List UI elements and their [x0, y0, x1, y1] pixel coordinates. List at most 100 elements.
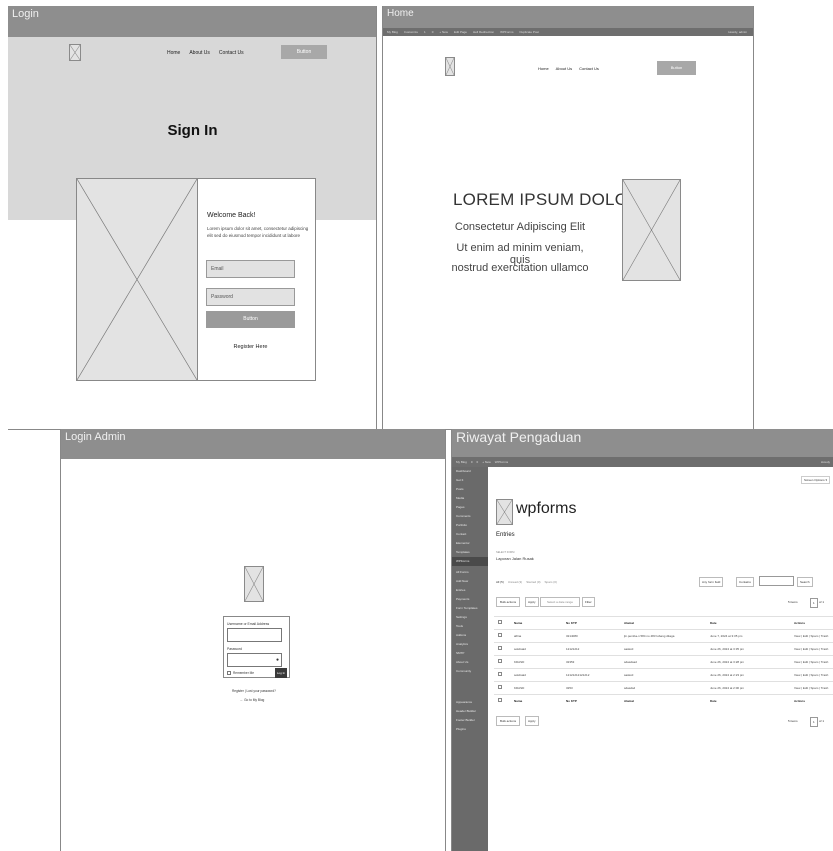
- back-to-blog-link[interactable]: ← Go to My Blog: [240, 698, 264, 702]
- log-in-button[interactable]: Log In: [275, 668, 287, 678]
- password-input[interactable]: ●: [227, 653, 282, 667]
- apply-button[interactable]: Apply: [525, 597, 539, 607]
- email-field[interactable]: Email: [206, 260, 295, 278]
- contains-select[interactable]: Contains: [736, 577, 754, 587]
- admin-bar-item[interactable]: 1: [424, 30, 426, 34]
- page-number-input-bottom[interactable]: 1: [810, 717, 818, 727]
- table-cell: sokdsaid: [514, 673, 526, 677]
- row-checkbox[interactable]: [498, 659, 502, 663]
- sidebar-item[interactable]: Form Templates: [452, 604, 488, 613]
- remember-checkbox[interactable]: [227, 671, 231, 675]
- field-select[interactable]: Any form field: [699, 577, 724, 587]
- eye-icon[interactable]: ●: [276, 657, 279, 663]
- sidebar-item[interactable]: Header Builder: [452, 707, 488, 716]
- admin-bar-item[interactable]: My Blog: [456, 460, 467, 464]
- form-select[interactable]: Laporan Jalan Rusak: [496, 556, 534, 561]
- sidebar-item[interactable]: WPForms: [452, 557, 488, 566]
- admin-bar-item[interactable]: Edit Page: [454, 30, 467, 34]
- table-cell[interactable]: View | Edit | Spam | Trash: [794, 686, 828, 690]
- admin-bar-item[interactable]: Customize: [404, 30, 418, 34]
- table-cell[interactable]: View | Edit | Spam | Trash: [794, 673, 828, 677]
- sidebar-item[interactable]: Comments: [452, 512, 488, 521]
- nav-about-link[interactable]: About Us: [556, 66, 572, 71]
- search-input[interactable]: [759, 576, 794, 586]
- date-range-input[interactable]: Select a date range: [540, 597, 581, 607]
- howdy-user[interactable]: Howdy, admin: [728, 30, 747, 34]
- sidebar-item[interactable]: Addons: [452, 631, 488, 640]
- admin-bar-item[interactable]: 0: [477, 460, 479, 464]
- nav-contact-link[interactable]: Contact Us: [579, 66, 599, 71]
- register-lost-password-link[interactable]: Register | Lost your password?: [232, 689, 276, 693]
- username-input[interactable]: [227, 628, 282, 642]
- filter-button[interactable]: Filter: [582, 597, 595, 607]
- admin-bar-item[interactable]: + New: [439, 30, 448, 34]
- row-checkbox[interactable]: [498, 698, 502, 702]
- sidebar-item[interactable]: Community: [452, 667, 488, 676]
- row-checkbox[interactable]: [498, 646, 502, 650]
- sidebar-item[interactable]: Elementor: [452, 539, 488, 548]
- sidebar-item[interactable]: Pages: [452, 503, 488, 512]
- sidebar-item[interactable]: Appearance: [452, 698, 488, 707]
- table-cell[interactable]: View | Edit | Spam | Trash: [794, 634, 828, 638]
- sidebar-item[interactable]: Dashboard: [452, 467, 488, 476]
- row-checkbox[interactable]: [498, 620, 502, 624]
- nav-button[interactable]: Button: [657, 61, 696, 75]
- table-cell[interactable]: View | Edit | Spam | Trash: [794, 647, 828, 651]
- apply-button-bottom[interactable]: Apply: [525, 716, 539, 726]
- items-count-bottom: 5 items: [788, 719, 798, 723]
- register-link[interactable]: Register Here: [206, 344, 295, 350]
- table-cell: saskcd: [624, 647, 634, 651]
- sidebar-item[interactable]: About Us: [452, 658, 488, 667]
- sidebar-item[interactable]: Add New: [452, 577, 488, 586]
- sidebar-item[interactable]: Entries: [452, 586, 488, 595]
- admin-bar-item[interactable]: WPForms: [500, 30, 513, 34]
- sidebar-item[interactable]: Settings: [452, 613, 488, 622]
- sidebar-item[interactable]: All Forms: [452, 568, 488, 577]
- sidebar-item[interactable]: Portfolio: [452, 521, 488, 530]
- table-cell[interactable]: View | Edit | Spam | Trash: [794, 660, 828, 664]
- row-checkbox[interactable]: [498, 633, 502, 637]
- sidebar-item[interactable]: Payments: [452, 595, 488, 604]
- nav-home-link[interactable]: Home: [167, 50, 180, 56]
- admin-bar-item[interactable]: 0: [432, 30, 434, 34]
- admin-bar-item[interactable]: Duplicate Post: [520, 30, 539, 34]
- sidebar-item[interactable]: Tools: [452, 622, 488, 631]
- sidebar-item[interactable]: Templates: [452, 548, 488, 557]
- column-header: Nama: [514, 621, 523, 625]
- nav-about-link[interactable]: About Us: [189, 50, 210, 56]
- sidebar-item[interactable]: Contact: [452, 530, 488, 539]
- row-checkbox[interactable]: [498, 685, 502, 689]
- admin-bar-item[interactable]: Hell Redirection: [473, 30, 494, 34]
- nav-contact-link[interactable]: Contact Us: [219, 50, 244, 56]
- wp-admin-bar: My Blog 0 0 + New WPForms Howdy: [452, 457, 833, 467]
- nav-home-link[interactable]: Home: [538, 66, 549, 71]
- sidebar-item[interactable]: Posts: [452, 485, 488, 494]
- login-submit-button[interactable]: Button: [206, 311, 295, 328]
- password-field[interactable]: Password: [206, 288, 295, 306]
- admin-bar-item[interactable]: My Blog: [387, 30, 398, 34]
- welcome-text: Welcome Back!: [207, 212, 256, 219]
- row-checkbox[interactable]: [498, 672, 502, 676]
- screen-options-button[interactable]: Screen Options ▾: [800, 476, 830, 484]
- table-cell: sdasdsd: [624, 686, 636, 690]
- sidebar-item[interactable]: Analytics: [452, 640, 488, 649]
- filter-all[interactable]: All (5): [496, 580, 504, 584]
- admin-bar-item[interactable]: 0: [471, 460, 473, 464]
- admin-bar-item[interactable]: WPForms: [495, 460, 508, 464]
- sidebar-item[interactable]: Plugins: [452, 725, 488, 734]
- search-button[interactable]: Search: [797, 577, 813, 587]
- page-number-input[interactable]: 1: [810, 598, 818, 608]
- sidebar-item[interactable]: Footer Builder: [452, 716, 488, 725]
- filter-unread[interactable]: Unread (3): [508, 580, 522, 584]
- howdy-user[interactable]: Howdy: [821, 460, 830, 464]
- sidebar-item[interactable]: SMTP: [452, 649, 488, 658]
- nav-button[interactable]: Button: [281, 45, 327, 59]
- sidebar-item[interactable]: Media: [452, 494, 488, 503]
- sidebar-item[interactable]: Get It: [452, 476, 488, 485]
- username-label: Username or Email Address: [227, 622, 270, 626]
- bulk-actions-select-bottom[interactable]: Bulk actions: [496, 716, 521, 726]
- filter-starred[interactable]: Starred (0): [526, 580, 540, 584]
- filter-spam[interactable]: Spam (0): [545, 580, 557, 584]
- bulk-actions-select[interactable]: Bulk actions: [496, 597, 521, 607]
- admin-bar-item[interactable]: + New: [482, 460, 491, 464]
